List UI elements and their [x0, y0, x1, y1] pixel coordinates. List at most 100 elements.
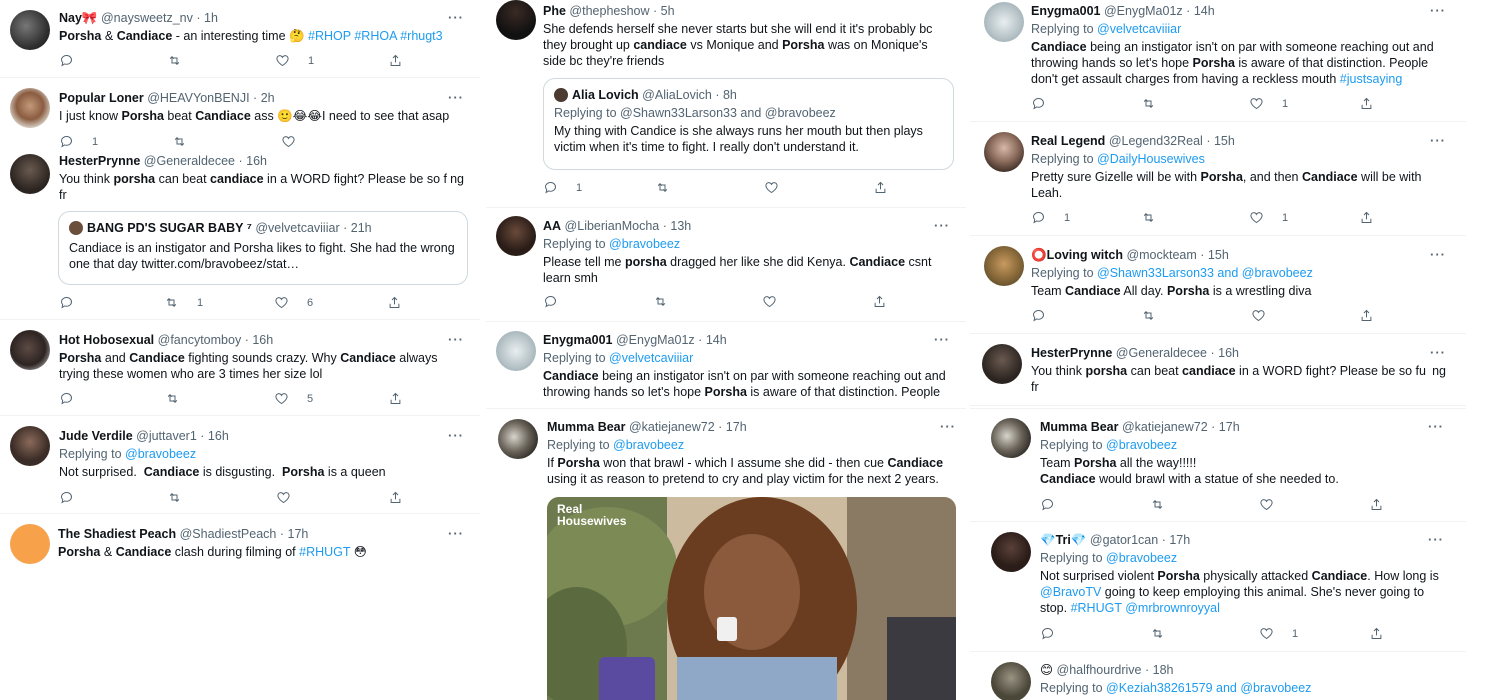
more-icon[interactable]: ··· [448, 526, 464, 542]
share-button[interactable] [1369, 626, 1384, 641]
hashtag-link[interactable]: #justsaying [1340, 72, 1403, 86]
share-button[interactable] [872, 294, 887, 309]
author-name[interactable]: Mumma Bear [547, 420, 626, 434]
avatar[interactable] [496, 216, 536, 256]
avatar[interactable] [10, 426, 50, 466]
mention-link[interactable]: @Keziah38261579 and @bravobeez [1106, 681, 1311, 695]
tweet[interactable]: The Shadiest Peach @ShadiestPeach · 17h … [0, 516, 480, 700]
author-handle[interactable]: @gator1can [1090, 533, 1158, 547]
share-button[interactable] [387, 295, 402, 310]
like-button[interactable]: 1 [1249, 96, 1288, 111]
more-icon[interactable]: ··· [1430, 3, 1446, 19]
reply-button[interactable]: 1 [59, 134, 98, 149]
share-button[interactable] [1359, 96, 1374, 111]
retweet-button[interactable] [167, 490, 182, 505]
timestamp[interactable]: 8h [723, 88, 737, 102]
timestamp[interactable]: 13h [670, 219, 691, 233]
avatar[interactable] [984, 2, 1024, 42]
mention-link[interactable]: @velvetcaviiiar [1097, 22, 1181, 36]
mention-link[interactable]: @velvetcaviiiar [609, 351, 693, 365]
author-handle[interactable]: @velvetcaviiiar [255, 221, 339, 235]
author-name[interactable]: Jude Verdile [59, 429, 133, 443]
mention-link[interactable]: @bravobeez [125, 447, 196, 461]
avatar[interactable] [10, 88, 50, 128]
retweet-button[interactable] [172, 134, 187, 149]
like-button[interactable] [281, 134, 296, 149]
retweet-button[interactable] [1150, 626, 1165, 641]
timestamp[interactable]: 21h [351, 221, 372, 235]
reply-button[interactable] [1040, 497, 1055, 512]
reply-button[interactable] [59, 295, 74, 310]
timestamp[interactable]: 17h [1169, 533, 1190, 547]
more-icon[interactable]: ··· [1430, 345, 1446, 361]
avatar[interactable] [984, 246, 1024, 286]
tweet-media-image[interactable]: Real Housewives [547, 497, 956, 700]
like-button[interactable]: 1 [275, 53, 314, 68]
timestamp[interactable]: 5h [661, 4, 675, 18]
quoted-tweet[interactable]: BANG PD'S SUGAR BABY ⁷ @velvetcaviiiar ·… [58, 211, 468, 285]
timestamp[interactable]: 1h [204, 11, 218, 25]
tweet[interactable]: 😊 @halfhourdrive · 18h Replying to @Kezi… [970, 654, 1466, 700]
author-name[interactable]: AA [543, 219, 561, 233]
author-name[interactable]: BANG PD'S SUGAR BABY ⁷ [87, 221, 252, 235]
reply-button[interactable] [59, 391, 74, 406]
avatar[interactable] [991, 418, 1031, 458]
timestamp[interactable]: 17h [288, 527, 309, 541]
more-icon[interactable]: ··· [1430, 133, 1446, 149]
avatar[interactable] [984, 132, 1024, 172]
more-icon[interactable]: ··· [448, 90, 464, 106]
reply-button[interactable] [59, 490, 74, 505]
more-icon[interactable]: ··· [1430, 247, 1446, 263]
timestamp[interactable]: 15h [1208, 248, 1229, 262]
tweet[interactable]: Hot Hobosexual @fancytomboy · 16h ··· Po… [0, 322, 480, 416]
timestamp[interactable]: 16h [208, 429, 229, 443]
mention-link[interactable]: @bravobeez [1106, 438, 1177, 452]
reply-button[interactable]: 1 [1031, 210, 1070, 225]
like-button[interactable] [1259, 497, 1274, 512]
author-name[interactable]: Popular Loner [59, 91, 144, 105]
more-icon[interactable]: ··· [448, 332, 464, 348]
author-handle[interactable]: @naysweetz_nv [101, 11, 193, 25]
tweet[interactable]: Enygma001 @EnygMa01z · 14h ··· Replying … [486, 322, 966, 410]
avatar[interactable] [10, 330, 50, 370]
hashtag-link[interactable]: #RHOP #RHOA #rhugt3 [308, 29, 443, 43]
mention-link[interactable]: @Shawn33Larson33 and @bravobeez [1097, 266, 1313, 280]
avatar[interactable] [10, 10, 50, 50]
hashtag-link[interactable]: #RHUGT @mrbrownroyyal [1071, 601, 1220, 615]
author-name[interactable]: HesterPrynne [59, 154, 140, 168]
avatar[interactable] [69, 221, 83, 235]
share-button[interactable] [1369, 497, 1384, 512]
avatar[interactable] [991, 662, 1031, 700]
tweet[interactable]: Real Legend @Legend32Real · 15h ··· Repl… [970, 124, 1466, 236]
retweet-button[interactable] [1141, 308, 1156, 323]
author-handle[interactable]: @EnygMa01z [616, 333, 695, 347]
author-name[interactable]: Enygma001 [543, 333, 612, 347]
retweet-button[interactable] [1141, 210, 1156, 225]
tweet[interactable]: Nay🎀 @naysweetz_nv · 1h ··· Porsha & Can… [0, 0, 480, 78]
author-name[interactable]: 😊 [1040, 663, 1053, 677]
author-handle[interactable]: @AliaLovich [642, 88, 712, 102]
retweet-button[interactable]: 1 [164, 295, 203, 310]
avatar[interactable] [982, 344, 1022, 384]
avatar[interactable] [496, 331, 536, 371]
tweet[interactable]: 💎Tri💎 @gator1can · 17h ··· Replying to @… [970, 522, 1466, 652]
reply-button[interactable] [59, 53, 74, 68]
author-name[interactable]: Alia Lovich [572, 88, 639, 102]
tweet[interactable]: Mumma Bear @katiejanew72 · 17h ··· Reply… [486, 408, 966, 700]
mention-link[interactable]: @bravobeez [609, 237, 680, 251]
author-handle[interactable]: @Generaldecee [144, 154, 235, 168]
hashtag-link[interactable]: #RHUGT [299, 545, 350, 559]
mention-link[interactable]: @DailyHousewives [1097, 152, 1205, 166]
tweet[interactable]: ⭕Loving witch @mockteam · 15h ··· Replyi… [970, 238, 1466, 334]
share-button[interactable] [1359, 308, 1374, 323]
timestamp[interactable]: 16h [1218, 346, 1239, 360]
more-icon[interactable]: ··· [448, 10, 464, 26]
author-handle[interactable]: @thepheshow [569, 4, 649, 18]
more-icon[interactable]: ··· [934, 218, 950, 234]
like-button[interactable] [1251, 308, 1266, 323]
retweet-button[interactable] [167, 53, 182, 68]
author-handle[interactable]: @halfhourdrive [1057, 663, 1142, 677]
mention-link[interactable]: @BravoTV [1040, 585, 1101, 599]
share-button[interactable] [388, 391, 403, 406]
author-handle[interactable]: @mockteam [1126, 248, 1196, 262]
